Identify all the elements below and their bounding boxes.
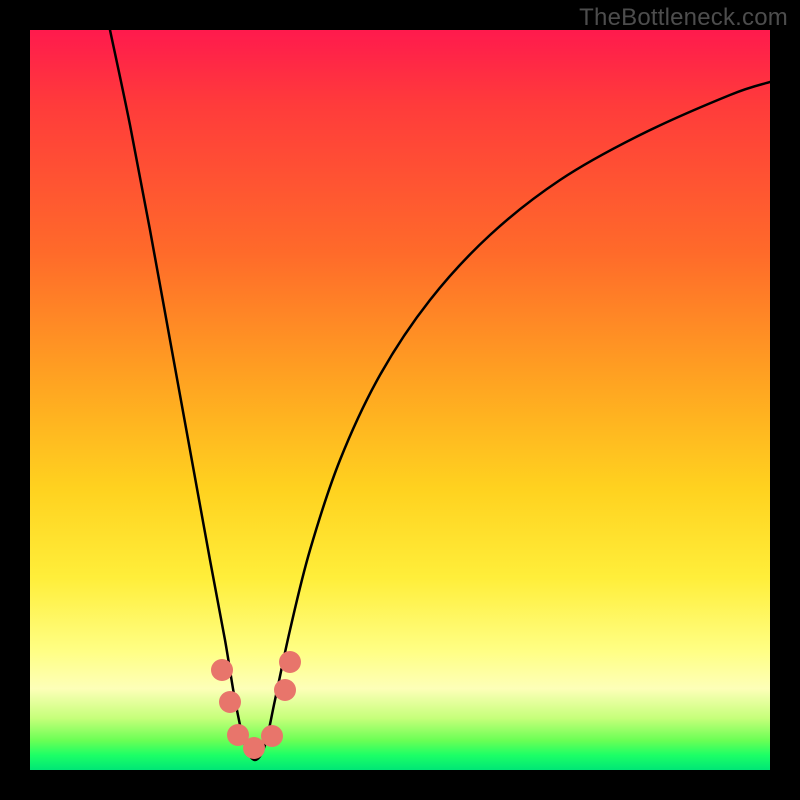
marker-bottom-center	[243, 737, 265, 759]
marker-left-knee-top	[211, 659, 233, 681]
marker-bottom-right	[261, 725, 283, 747]
curve-layer	[30, 30, 770, 770]
gradient-plot-area	[30, 30, 770, 770]
marker-left-knee-mid	[219, 691, 241, 713]
bottleneck-curve	[110, 30, 770, 760]
watermark-text: TheBottleneck.com	[579, 4, 788, 32]
knee-markers	[211, 651, 301, 759]
marker-right-knee	[274, 679, 296, 701]
marker-right-knee-top	[279, 651, 301, 673]
outer-frame: TheBottleneck.com	[0, 0, 800, 800]
